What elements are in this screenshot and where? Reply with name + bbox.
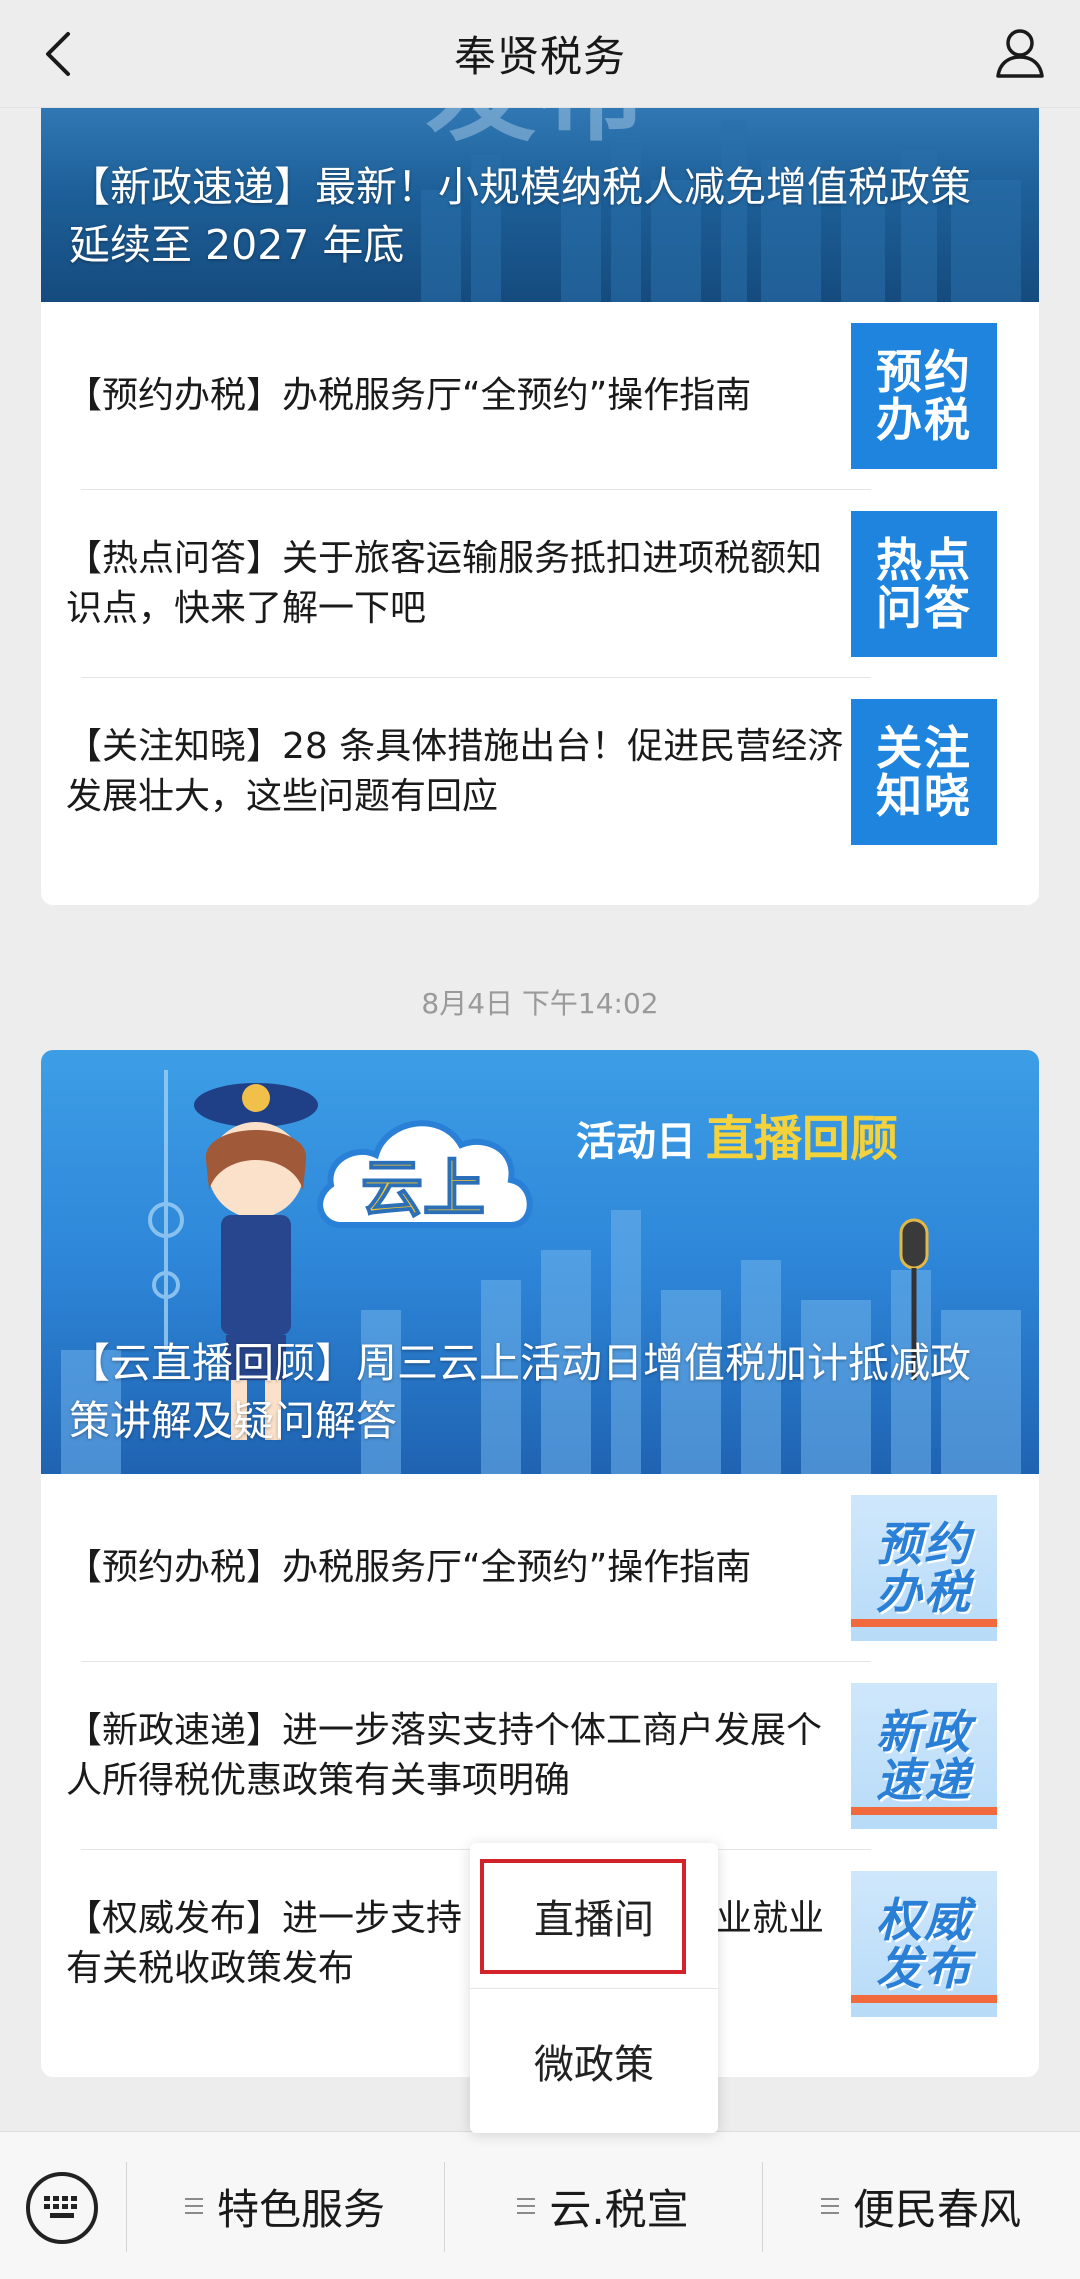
- list-item[interactable]: 【预约办税】办税服务厅“全预约”操作指南 预约 办税: [41, 302, 1039, 490]
- article-cover-2[interactable]: 云上 活动日 直播回顾 【云直播回顾】周三云上活动日增值税加计抵减政策讲解及疑问…: [41, 1050, 1039, 1474]
- keyboard-icon[interactable]: [26, 2172, 98, 2244]
- menu-lines-icon: [184, 2198, 203, 2214]
- article-card-1: 发布 【新政速递】最新！小规模纳税人减免增值税政策延续至 2027 年底 【预约…: [41, 60, 1039, 905]
- submenu-item-micro-policy[interactable]: 微政策: [470, 1988, 718, 2133]
- message-timestamp: 8月4日 下午14:02: [421, 987, 659, 1020]
- bottom-menu-bar: 特色服务 云.税宣 便民春风: [0, 2131, 1080, 2279]
- list-item-thumbnail: 新政 速递: [851, 1683, 997, 1829]
- list-item-title: 【预约办税】办税服务厅“全预约”操作指南: [66, 375, 752, 416]
- menu-lines-icon: [820, 2198, 839, 2214]
- highlight-annotation-box: [480, 1859, 686, 1974]
- page-title: 奉贤税务: [453, 32, 626, 81]
- list-item-thumbnail: 热点 问答: [851, 511, 997, 657]
- list-item-title: 【关注知晓】28 条具体措施出台！促进民营经济发展壮大，这些问题有回应: [66, 726, 844, 817]
- banner-cloud-text: 云上: [361, 1152, 485, 1225]
- user-icon[interactable]: [984, 16, 1056, 88]
- list-item-thumbnail: 权威 发布: [851, 1871, 997, 2017]
- banner-highlight-text: 直播回顾: [706, 1111, 898, 1167]
- article-cover-title: 【新政速递】最新！小规模纳税人减免增值税政策延续至 2027 年底: [69, 163, 971, 269]
- menu-lines-icon: [517, 2198, 536, 2214]
- menu-item-cloud-tax-promo[interactable]: 云.税宣: [444, 2132, 762, 2279]
- list-item-title: 【预约办税】办税服务厅“全预约”操作指南: [66, 1547, 752, 1588]
- list-item[interactable]: 【关注知晓】28 条具体措施出台！促进民营经济发展壮大，这些问题有回应 关注 知晓: [41, 678, 1039, 866]
- banner-prefix-text: 活动日: [576, 1119, 696, 1165]
- list-item-thumbnail: 预约 办税: [851, 323, 997, 469]
- list-item[interactable]: 【预约办税】办税服务厅“全预约”操作指南 预约 办税: [41, 1474, 1039, 1662]
- top-navbar: 奉贤税务: [0, 0, 1080, 108]
- list-item-title: 【热点问答】关于旅客运输服务抵扣进项税额知识点，快来了解一下吧: [66, 538, 823, 629]
- submenu-popup: 直播间 微政策: [470, 1843, 718, 2133]
- list-item[interactable]: 【热点问答】关于旅客运输服务抵扣进项税额知识点，快来了解一下吧 热点 问答: [41, 490, 1039, 678]
- chevron-left-icon[interactable]: [28, 22, 92, 86]
- list-item[interactable]: 【新政速递】进一步落实支持个体工商户发展个人所得税优惠政策有关事项明确 新政 速递: [41, 1662, 1039, 1850]
- menu-item-featured-services[interactable]: 特色服务: [126, 2132, 444, 2279]
- article-cover-title: 【云直播回顾】周三云上活动日增值税加计抵减政策讲解及疑问解答: [69, 1339, 971, 1445]
- menu-item-convenience[interactable]: 便民春风: [762, 2132, 1080, 2279]
- list-item-title: 【新政速递】进一步落实支持个体工商户发展个人所得税优惠政策有关事项明确: [66, 1710, 823, 1801]
- list-item-thumbnail: 关注 知晓: [851, 699, 997, 845]
- list-item-thumbnail: 预约 办税: [851, 1495, 997, 1641]
